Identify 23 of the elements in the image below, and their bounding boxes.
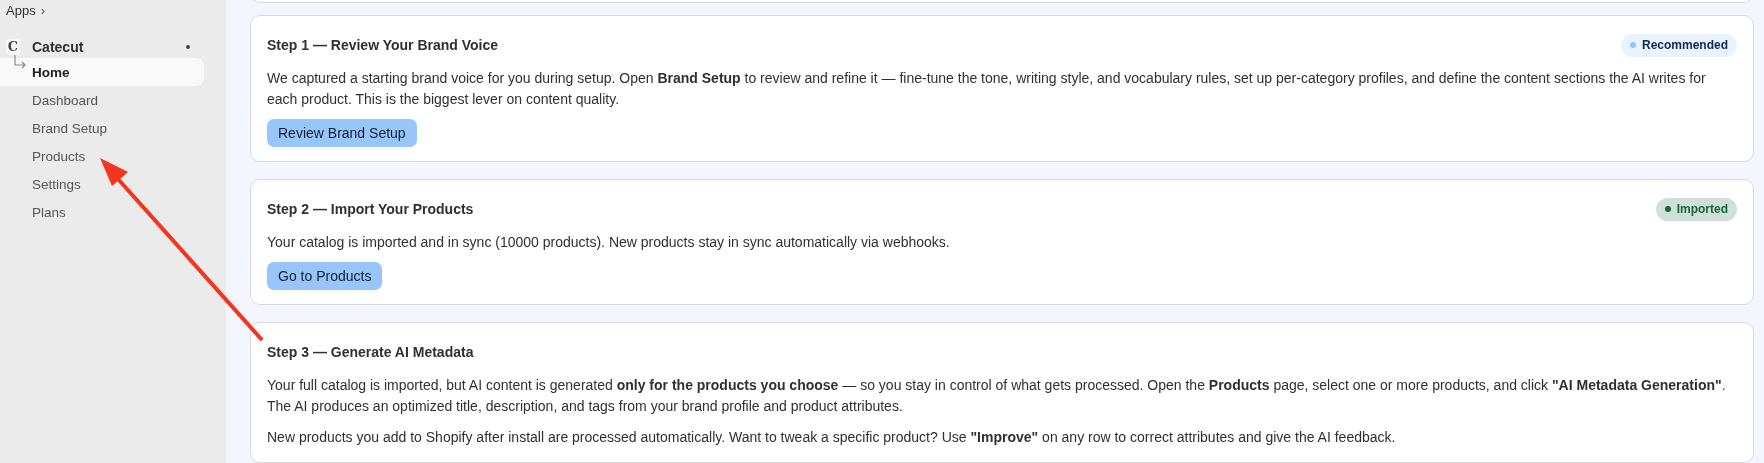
step-description: Your full catalog is imported, but AI content is generated only for the products you choose — so you stay in control of what gets processed. Open the Products page, select one or more products, and click "AI Metadata Generation". The AI produces an optimized title, description, and tags from your brand profile and product attributes. — [267, 376, 1727, 416]
nav-item[interactable]: Products — [0, 142, 204, 170]
app-name[interactable]: Catecut — [32, 39, 84, 55]
step-description: We captured a starting brand voice for you during setup. Open Brand Setup to review and refine it — fine-tune the tone, writing style, and vocabulary rules, set up per-category profiles, and define the content sections the AI writes for each product. This is the biggest lever on content quality. — [267, 69, 1707, 109]
nav-item[interactable]: Home — [0, 58, 204, 86]
chevron-icon: › — [40, 2, 45, 18]
nav-item[interactable]: Settings — [0, 170, 204, 198]
status-badge: Imported — [1655, 197, 1737, 221]
step-title: Step 2 — Import Your Products — [267, 201, 474, 217]
app-logo: C — [6, 39, 20, 55]
step-title: Step 1 — Review Your Brand Voice — [267, 37, 499, 53]
breadcrumb-link[interactable]: Apps — [6, 2, 36, 18]
step-description: New products you add to Shopify after install are processed automatically. Want to tweak a specific product? Use "Improve" on any row to correct attributes and give the AI feedback. — [267, 428, 1397, 447]
status-badge: Recommended — [1620, 33, 1737, 57]
nav-item[interactable]: Dashboard — [0, 86, 204, 114]
dot-icon — [186, 45, 190, 49]
step-title: Step 3 — Generate AI Metadata — [267, 344, 474, 360]
tree-connector-icon — [13, 55, 27, 71]
nav-item[interactable]: Plans — [0, 198, 204, 226]
step-button[interactable]: Go to Products — [267, 262, 383, 290]
step-description: Your catalog is imported and in sync (10000 products). New products stay in sync automatically via webhooks. — [267, 233, 951, 252]
nav-item[interactable]: Brand Setup — [0, 114, 204, 142]
step-button[interactable]: Review Brand Setup — [267, 119, 417, 147]
